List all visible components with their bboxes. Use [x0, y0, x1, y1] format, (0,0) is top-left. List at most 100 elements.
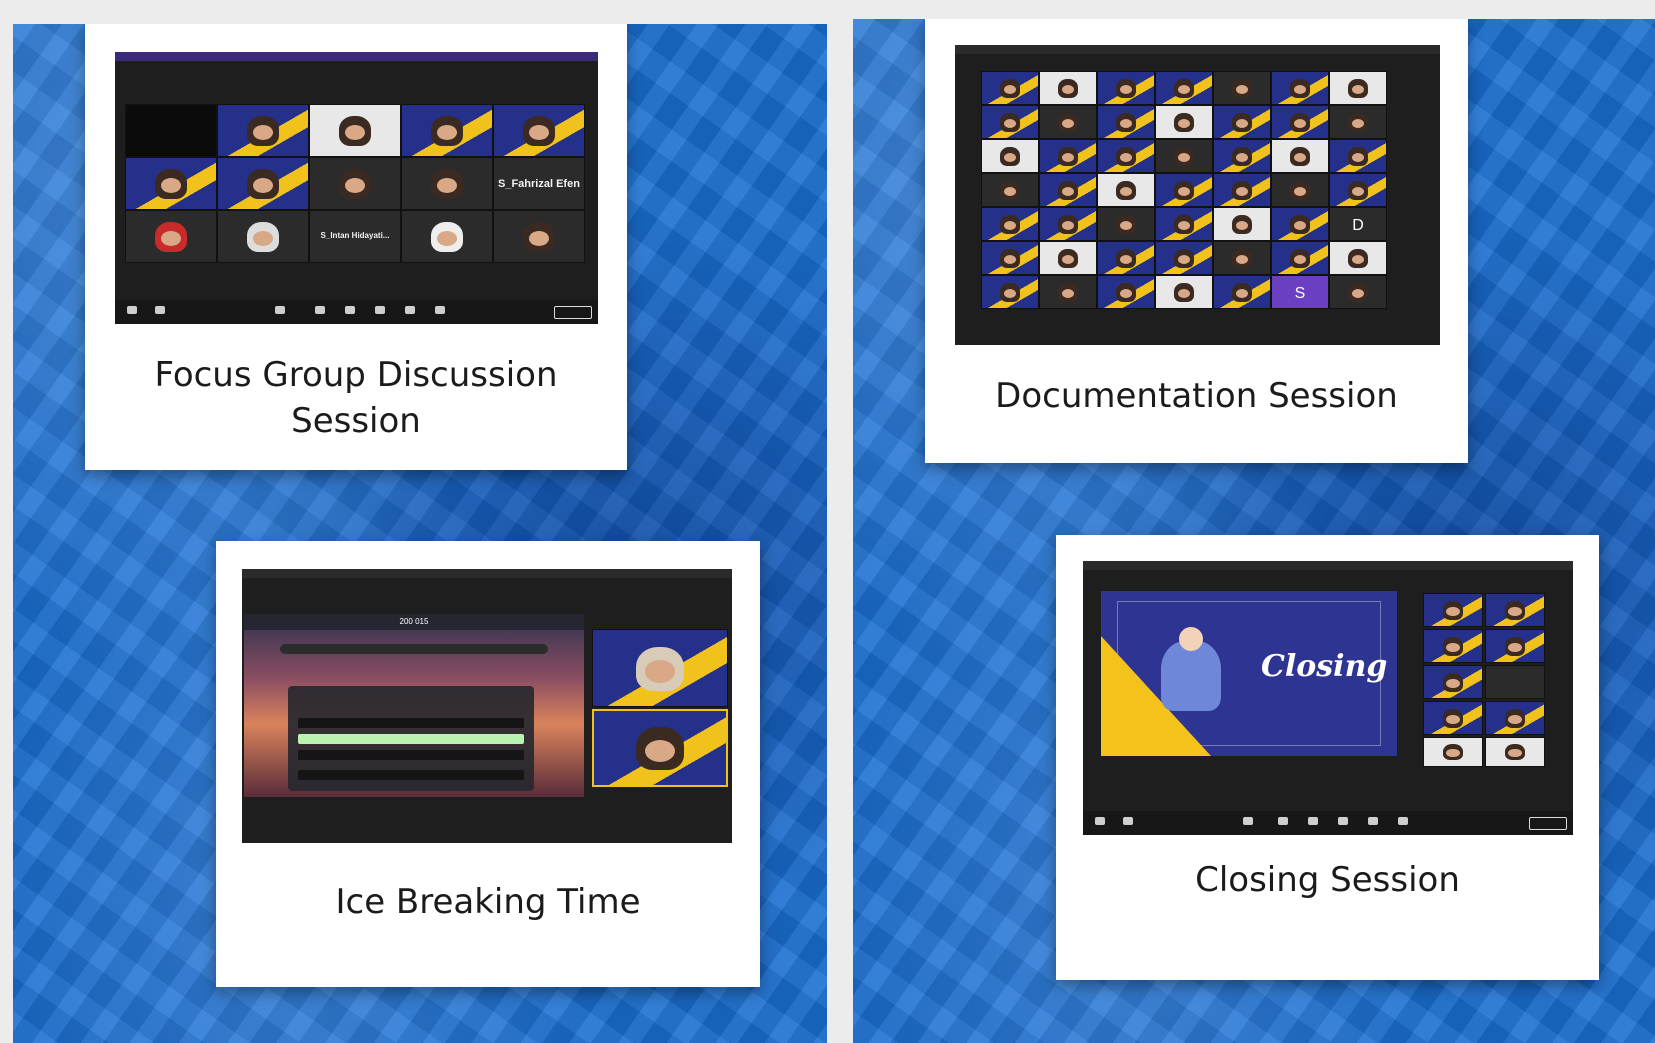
video-tile — [1485, 701, 1545, 735]
video-tile — [1329, 139, 1387, 173]
video-tile — [1155, 275, 1213, 309]
fgd-caption-line2: Session — [291, 401, 421, 441]
zoom-titlebar — [242, 569, 732, 578]
fgd-caption: Focus Group Discussion Session — [85, 352, 627, 444]
video-tile — [1213, 275, 1271, 309]
video-tile — [1039, 139, 1097, 173]
video-tile — [493, 210, 585, 263]
participant-thumbnails — [1423, 593, 1547, 767]
fgd-zoom-screenshot: S_Fahrizal Efendi S_Intan Hidayati... — [115, 52, 598, 324]
video-tile — [1485, 665, 1545, 699]
leave-button — [554, 306, 592, 319]
video-tile — [981, 173, 1039, 207]
video-tile — [1213, 139, 1271, 173]
video-tile — [309, 104, 401, 157]
video-tile — [592, 709, 728, 787]
zoom-titlebar — [955, 45, 1440, 54]
video-tile — [1155, 71, 1213, 105]
video-tile — [1097, 105, 1155, 139]
video-tile — [1271, 207, 1329, 241]
avatar-letter: S — [1294, 284, 1306, 302]
zoom-titlebar — [1083, 561, 1573, 570]
video-tile — [1271, 71, 1329, 105]
left-background-panel: S_Fahrizal Efendi S_Intan Hidayati... Fo… — [13, 24, 827, 1043]
video-tile — [1097, 71, 1155, 105]
video-tile: S_Fahrizal Efendi — [493, 157, 585, 210]
video-tile — [1039, 105, 1097, 139]
video-tile — [981, 71, 1039, 105]
video-tile — [1423, 737, 1483, 767]
video-tile — [1039, 71, 1097, 105]
video-tile — [1485, 593, 1545, 627]
slide-title: Closing — [1261, 649, 1388, 684]
video-tile — [125, 210, 217, 263]
video-tile — [1423, 629, 1483, 663]
video-tile — [1271, 241, 1329, 275]
video-tile — [1155, 139, 1213, 173]
icebreak-card: 200 015 Ice Breaking Time — [216, 541, 760, 987]
game-area: 200 015 — [244, 614, 584, 797]
video-tile: S — [1271, 275, 1329, 309]
zoom-control-bar — [1083, 811, 1573, 835]
video-tile — [592, 629, 728, 707]
video-tile — [1097, 173, 1155, 207]
video-tile — [1271, 139, 1329, 173]
video-tile — [1097, 241, 1155, 275]
video-tile — [981, 207, 1039, 241]
video-tile — [401, 157, 493, 210]
video-tile — [401, 210, 493, 263]
video-tile — [981, 139, 1039, 173]
video-tile — [1039, 241, 1097, 275]
video-tile — [1097, 207, 1155, 241]
video-tile — [1213, 173, 1271, 207]
video-tile — [1485, 629, 1545, 663]
video-tile — [1271, 105, 1329, 139]
video-tile — [1155, 105, 1213, 139]
video-tile — [1097, 139, 1155, 173]
video-tile — [1423, 665, 1483, 699]
video-tile — [1039, 207, 1097, 241]
video-tile — [1329, 241, 1387, 275]
video-tile — [1485, 737, 1545, 767]
video-tile — [1271, 173, 1329, 207]
video-tile — [1213, 105, 1271, 139]
video-tile — [1155, 241, 1213, 275]
video-tile — [401, 104, 493, 157]
fgd-card: S_Fahrizal Efendi S_Intan Hidayati... Fo… — [85, 24, 627, 470]
video-tile — [1329, 71, 1387, 105]
video-tile — [981, 275, 1039, 309]
documentation-zoom-screenshot: DS — [955, 45, 1440, 345]
icebreak-zoom-screenshot: 200 015 — [242, 569, 732, 843]
leaderboard — [288, 686, 534, 791]
video-tile — [1155, 207, 1213, 241]
right-background-panel: DS Documentation Session Closing Closing… — [853, 19, 1655, 1043]
video-tile: S_Intan Hidayati... — [309, 210, 401, 263]
video-tile — [493, 104, 585, 157]
video-tile — [1039, 275, 1097, 309]
video-tile — [217, 104, 309, 157]
video-tile — [1039, 173, 1097, 207]
documentation-caption: Documentation Session — [995, 376, 1398, 416]
participant-name: S_Intan Hidayati... — [320, 231, 390, 241]
video-tile — [1097, 275, 1155, 309]
video-tile: D — [1329, 207, 1387, 241]
video-tile — [309, 157, 401, 210]
avatar-letter: D — [1352, 216, 1364, 234]
video-tile — [1329, 275, 1387, 309]
zoom-control-bar — [115, 300, 598, 324]
video-tile — [125, 157, 217, 210]
video-tile — [217, 157, 309, 210]
closing-card: Closing Closing Session — [1056, 535, 1599, 980]
game-score: 200 015 — [399, 617, 429, 626]
video-tile — [1213, 71, 1271, 105]
video-tile — [981, 241, 1039, 275]
video-tile — [1213, 241, 1271, 275]
closing-slide: Closing — [1101, 591, 1397, 756]
video-tile — [1329, 173, 1387, 207]
fgd-caption-line1: Focus Group Discussion — [154, 355, 558, 395]
video-tile — [1423, 701, 1483, 735]
video-tile — [1213, 207, 1271, 241]
documentation-card: DS Documentation Session — [925, 19, 1468, 463]
zoom-titlebar — [115, 52, 598, 61]
video-tile — [1329, 105, 1387, 139]
